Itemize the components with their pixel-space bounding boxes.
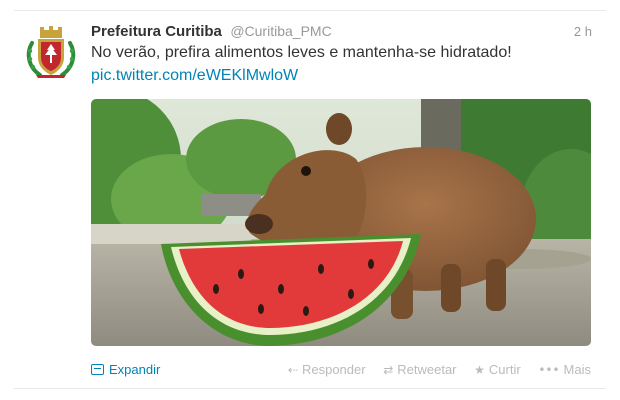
capybara-watermelon-image — [91, 99, 591, 346]
more-label: Mais — [563, 362, 591, 377]
tweet-photo[interactable] — [91, 99, 591, 346]
expand-button[interactable]: Expandir — [91, 362, 160, 377]
author-handle[interactable]: @Curitiba_PMC — [230, 23, 331, 39]
tweet-text: No verão, prefira alimentos leves e mant… — [91, 44, 512, 61]
retweet-label: Retweetar — [397, 362, 457, 377]
more-icon: ••• — [538, 363, 560, 377]
favorite-button[interactable]: ★ Curtir — [474, 362, 521, 377]
photo-link[interactable]: pic.twitter.com/eWEKlMwloW — [91, 67, 298, 85]
more-button[interactable]: ••• Mais — [538, 362, 591, 377]
expand-icon — [91, 364, 104, 375]
retweet-button[interactable]: ⇄ Retweetar — [383, 362, 456, 377]
retweet-icon: ⇄ — [383, 363, 394, 377]
reply-icon: ⇠ — [287, 363, 298, 377]
expand-label: Expandir — [109, 362, 161, 377]
star-icon: ★ — [474, 363, 485, 377]
coat-of-arms-icon — [26, 26, 76, 78]
author-name[interactable]: Prefeitura Curitiba — [91, 23, 222, 40]
reply-label: Responder — [301, 362, 366, 377]
reply-button[interactable]: ⇠ Responder — [288, 362, 366, 377]
tweet-header: Prefeitura Curitiba @Curitiba_PMC 2 h — [91, 23, 592, 43]
bottom-divider — [14, 388, 606, 389]
tweet-card[interactable]: Prefeitura Curitiba @Curitiba_PMC 2 h No… — [0, 0, 620, 400]
tweet-actions: Expandir ⇠ Responder ⇄ Retweetar ★ Curtir •… — [91, 362, 591, 380]
action-group: ⇠ Responder ⇄ Retweetar ★ Curtir ••• Mais — [274, 362, 591, 377]
timestamp[interactable]: 2 h — [574, 24, 592, 39]
favorite-label: Curtir — [488, 362, 521, 377]
avatar[interactable] — [24, 25, 78, 79]
